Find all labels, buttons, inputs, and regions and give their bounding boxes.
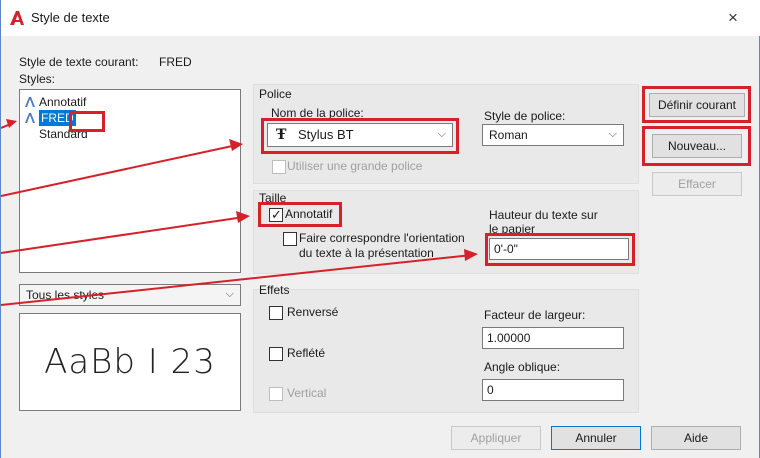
styles-filter-value: Tous les styles [26,288,105,302]
arrowhead-icon [6,119,17,128]
oblique-angle-input[interactable] [483,380,623,400]
list-item-label: Standard [39,127,88,141]
taille-group-label: Taille [259,191,287,205]
match-orientation-label-line1: Faire correspondre l'orientation [299,231,465,245]
font-name-value: Stylus BT [298,127,354,142]
arrow-to-fred [1,122,14,129]
title-bar: Style de texte × [1,0,760,36]
list-item-fred[interactable]: FRED [24,110,76,126]
font-style-value: Roman [489,128,528,142]
annotative-icon [25,97,35,107]
big-font-checkbox[interactable] [272,160,286,174]
preview-sample: AaBb I 23 [44,342,216,382]
paper-height-input[interactable] [490,239,628,259]
list-item-standard[interactable]: Standard [39,126,88,142]
backwards-checkbox[interactable] [269,347,283,361]
match-orientation-label-line2: du texte à la présentation [299,246,434,260]
list-item-label: Annotatif [39,95,87,109]
paper-height-label-line2: le papier [489,222,536,236]
chevron-down-icon: ⌵ [225,288,234,300]
paper-height-field[interactable] [489,238,629,260]
set-current-button[interactable]: Définir courant [649,93,745,117]
styles-list[interactable]: Annotatif FRED Standard [19,89,241,273]
styles-label: Styles: [19,72,56,86]
list-item-annotatif[interactable]: Annotatif [24,94,86,110]
font-style-label: Style de police: [484,109,566,123]
window-title: Style de texte [31,10,110,25]
text-style-dialog: Style de texte × Style de texte courant:… [0,0,760,458]
current-style-label: Style de texte courant: [19,55,139,69]
delete-style-button[interactable]: Effacer [652,172,742,196]
oblique-angle-field[interactable] [482,379,624,401]
font-style-select[interactable]: Roman ⌵ [482,124,624,146]
close-icon: × [728,8,738,27]
chevron-down-icon: ⌵ [608,128,617,140]
new-style-button[interactable]: Nouveau... [652,134,742,158]
style-preview: AaBb I 23 [19,313,241,411]
apply-button[interactable]: Appliquer [451,426,541,450]
font-name-select[interactable]: Ŧ Stylus BT ⌵ [267,123,453,147]
close-button[interactable]: × [719,8,747,30]
upside-down-label: Renversé [287,305,339,319]
truetype-icon: Ŧ [276,127,287,143]
list-item-label: FRED [39,110,76,126]
oblique-angle-label: Angle oblique: [484,360,561,374]
styles-filter-select[interactable]: Tous les styles ⌵ [19,284,241,306]
police-group-label: Police [259,87,292,101]
backwards-label: Reflété [287,346,326,360]
annotative-icon [25,113,35,123]
font-name-label: Nom de la police: [271,106,364,120]
current-style-value: FRED [159,55,192,69]
vertical-label: Vertical [287,386,327,400]
annotative-checkbox[interactable]: ✓ [269,207,283,222]
autocad-a-icon [10,11,24,25]
big-font-label: Utiliser une grande police [287,159,423,173]
cancel-button[interactable]: Annuler [551,426,641,450]
chevron-down-icon: ⌵ [437,128,446,140]
checkmark-icon: ✓ [271,207,282,222]
effets-group-label: Effets [259,283,290,297]
width-factor-input[interactable] [483,328,623,348]
vertical-checkbox[interactable] [269,387,283,401]
annotative-label: Annotatif [285,207,333,221]
help-button[interactable]: Aide [651,426,741,450]
match-orientation-checkbox[interactable] [283,232,297,246]
width-factor-label: Facteur de largeur: [484,308,586,322]
paper-height-label-line1: Hauteur du texte sur [489,208,598,222]
width-factor-field[interactable] [482,327,624,349]
upside-down-checkbox[interactable] [269,306,283,320]
